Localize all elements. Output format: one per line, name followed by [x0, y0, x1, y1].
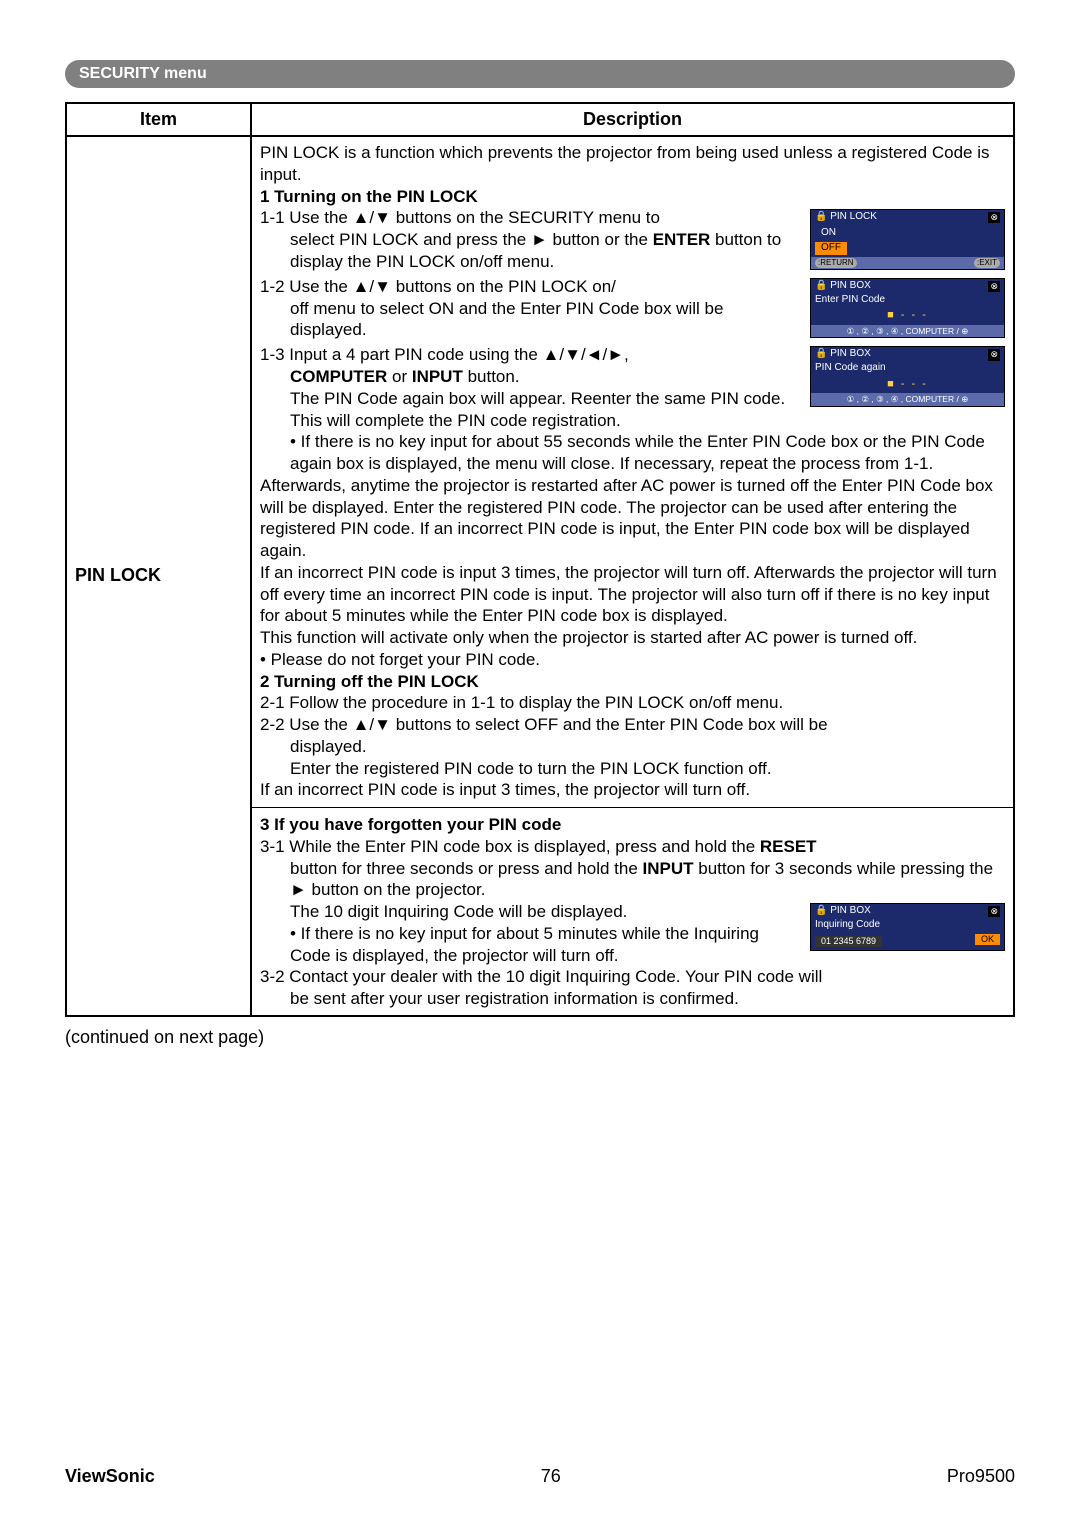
osd-pinlock-dialog: 🔒 PIN LOCK ⊗ ON OFF :RETURN :EXIT [810, 209, 1005, 270]
s1-bullet2: • Please do not forget your PIN code. [260, 649, 1005, 671]
close-icon: ⊗ [988, 212, 1000, 224]
osd-off: OFF [815, 242, 847, 255]
osd-inq-ok: OK [975, 934, 1000, 946]
close-icon: ⊗ [988, 349, 1000, 361]
s2-l23: If an incorrect PIN code is input 3 time… [260, 779, 1005, 801]
s1-l13b-s2: INPUT [412, 367, 463, 386]
osd-enter-dashes: ■ - - - [887, 309, 928, 321]
divider [252, 807, 1013, 808]
continued-note: (continued on next page) [65, 1027, 1015, 1048]
menu-header: SECURITY menu [65, 60, 1015, 88]
osd-on: ON [815, 227, 1000, 240]
s3-l32b: be sent after your user registration inf… [260, 988, 1005, 1010]
osd-pin-again-dialog: 🔒 PIN BOX ⊗ PIN Code again ■ - - - ① , ② … [810, 346, 1005, 407]
osd-enter-title: 🔒 PIN BOX [815, 280, 871, 293]
s3-l31a: 3-1 While the Enter PIN code box is disp… [260, 837, 760, 856]
col-item: Item [66, 103, 251, 136]
s1-l11b: select PIN LOCK and press the ► button o… [290, 230, 653, 249]
osd-return: :RETURN [815, 258, 857, 268]
s3-l32: 3-2 Contact your dealer with the 10 digi… [260, 966, 1005, 988]
s1-l11c-strong: ENTER [653, 230, 711, 249]
osd-inq-code: 01 2345 6789 [815, 936, 882, 948]
osd-again-dashes: ■ - - - [887, 378, 928, 390]
s2-l22b: displayed. [260, 736, 1005, 758]
osd-again-hint: ① , ② , ③ , ④ , COMPUTER / ⊕ [811, 393, 1004, 406]
s3-l31b: button for three seconds or press and ho… [290, 859, 643, 878]
s1-l13b-rest: button. [463, 367, 520, 386]
osd-pinlock-title: 🔒 PIN LOCK [815, 211, 877, 224]
s3-l31a-strong: RESET [760, 837, 817, 856]
description-cell: PIN LOCK is a function which prevents th… [251, 136, 1014, 1016]
s1-l13b-mid: or [387, 367, 412, 386]
s3-l31b-strong: INPUT [643, 859, 694, 878]
s2-title: 2 Turning off the PIN LOCK [260, 671, 1005, 693]
s1-title: 1 Turning on the PIN LOCK [260, 186, 1005, 208]
osd-inq-title: 🔒 PIN BOX [815, 905, 871, 918]
s2-l21: 2-1 Follow the procedure in 1-1 to displ… [260, 692, 1005, 714]
s1-l13b-s1: COMPUTER [290, 367, 387, 386]
page-footer: ViewSonic 76 Pro9500 [65, 1466, 1015, 1487]
osd-exit: :EXIT [974, 258, 1000, 268]
osd-enter-pin-dialog: 🔒 PIN BOX ⊗ Enter PIN Code ■ - - - ① , ② … [810, 278, 1005, 339]
osd-again-title: 🔒 PIN BOX [815, 348, 871, 361]
close-icon: ⊗ [988, 906, 1000, 918]
s1-para2: If an incorrect PIN code is input 3 time… [260, 562, 1005, 627]
item-name: PIN LOCK [66, 136, 251, 1016]
s1-bullet1: • If there is no key input for about 55 … [260, 431, 1005, 475]
s1-para3: This function will activate only when th… [260, 627, 1005, 649]
close-icon: ⊗ [988, 281, 1000, 293]
s2-l22c: Enter the registered PIN code to turn th… [260, 758, 1005, 780]
s1-para1: Afterwards, anytime the projector is res… [260, 475, 1005, 562]
col-description: Description [251, 103, 1014, 136]
osd-again-sub: PIN Code again [811, 362, 1004, 375]
s3-title: 3 If you have forgotten your PIN code [260, 814, 1005, 836]
osd-inquiring-dialog: 🔒 PIN BOX ⊗ Inquiring Code 01 2345 6789 O… [810, 903, 1005, 951]
footer-brand: ViewSonic [65, 1466, 155, 1487]
footer-page: 76 [541, 1466, 561, 1487]
osd-enter-sub: Enter PIN Code [811, 294, 1004, 307]
pinlock-table: Item Description PIN LOCK PIN LOCK is a … [65, 102, 1015, 1017]
osd-enter-hint: ① , ② , ③ , ④ , COMPUTER / ⊕ [811, 325, 1004, 338]
s2-l22a: 2-2 Use the ▲/▼ buttons to select OFF an… [260, 714, 1005, 736]
osd-inq-sub: Inquiring Code [811, 919, 1004, 932]
footer-model: Pro9500 [947, 1466, 1015, 1487]
intro-text: PIN LOCK is a function which prevents th… [260, 142, 1005, 186]
